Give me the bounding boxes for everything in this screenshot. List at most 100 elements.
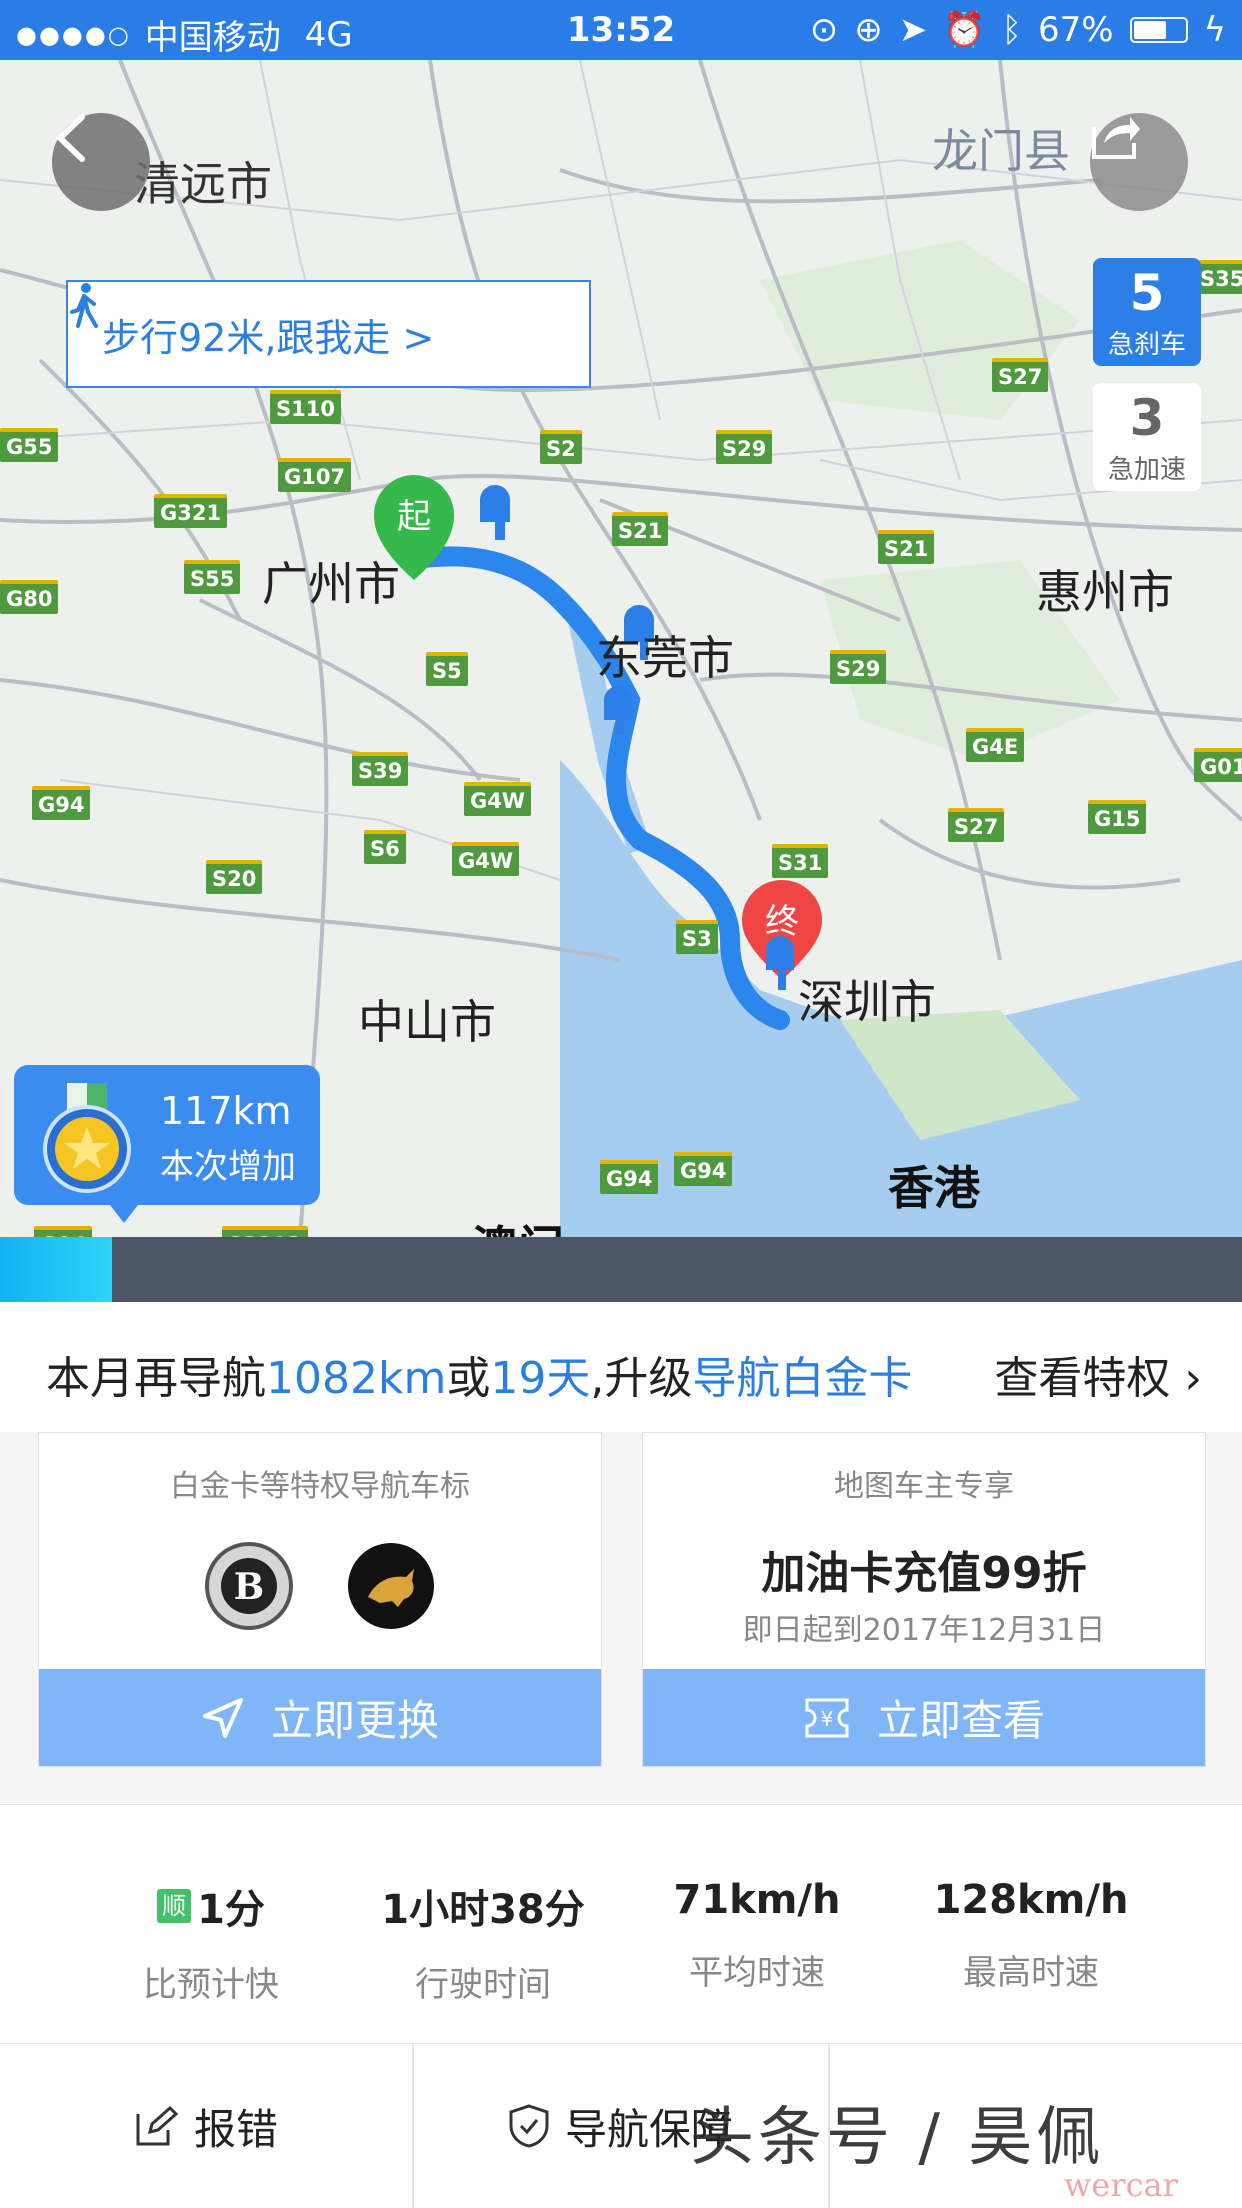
highway-shield: S31 bbox=[772, 844, 829, 878]
upgrade-promo[interactable]: 本月再导航1082km或19天,升级导航白金卡 查看特权 › bbox=[0, 1302, 1242, 1432]
highway-shield: G80 bbox=[0, 580, 59, 614]
highway-shield: S110 bbox=[270, 390, 341, 424]
stat-label: 比预计快 bbox=[143, 1965, 279, 2005]
alarm-icon: ⏰ bbox=[943, 10, 986, 50]
watermark-small: wercar bbox=[1064, 2166, 1178, 2204]
highway-shield: G94 bbox=[34, 1226, 93, 1237]
promo-or: 或 bbox=[446, 1353, 491, 1404]
highway-shield: G94 bbox=[674, 1152, 733, 1186]
highway-shield: G01 bbox=[1194, 748, 1242, 782]
rotation-lock-icon: ⊕ bbox=[854, 10, 883, 50]
coupon-icon: ¥ bbox=[805, 1698, 849, 1737]
highway-shield: S39 bbox=[352, 752, 409, 786]
change-logo-label: 立即更换 bbox=[270, 1696, 439, 1745]
highway-shield: G4W bbox=[452, 842, 520, 876]
mileage-bubble[interactable]: 117km 本次增加 bbox=[14, 1065, 320, 1223]
walking-icon bbox=[70, 283, 98, 328]
highway-shield: S20 bbox=[206, 860, 263, 894]
highway-shield: S6 bbox=[364, 830, 406, 864]
stat-label: 平均时速 bbox=[689, 1953, 825, 1993]
promo-days: 19天 bbox=[490, 1353, 591, 1404]
on-time-badge: 顺 bbox=[157, 1889, 192, 1923]
highway-shield: S35 bbox=[1194, 260, 1242, 294]
stat-value: 1小时38分 bbox=[381, 1887, 585, 1933]
mileage-value: 117km bbox=[160, 1089, 292, 1133]
hard-accel-count: 3 bbox=[1129, 389, 1165, 447]
stat-label: 最高时速 bbox=[963, 1953, 1099, 1993]
highway-shield: S21 bbox=[878, 530, 935, 564]
stat-value: 1分 bbox=[197, 1887, 265, 1933]
svg-text:¥: ¥ bbox=[821, 1707, 834, 1731]
view-offer-button[interactable]: ¥ 立即查看 bbox=[643, 1669, 1205, 1766]
stat-ahead-of-estimate: 顺 1分 比预计快 bbox=[74, 1877, 348, 2006]
highway-shield: G15 bbox=[1088, 800, 1147, 834]
mileage-progress-fill bbox=[0, 1237, 112, 1302]
stat-driving-time: 1小时38分 行驶时间 bbox=[346, 1877, 620, 2006]
highway-shield: G94 bbox=[32, 786, 91, 820]
highway-shield: S27 bbox=[948, 808, 1005, 842]
highway-shield: S29 bbox=[716, 430, 773, 464]
bubble-tail bbox=[110, 1205, 138, 1223]
highway-shield: S3213 bbox=[222, 1226, 308, 1237]
promo-km: 1082km bbox=[266, 1353, 447, 1404]
share-icon bbox=[1092, 117, 1140, 159]
green-area bbox=[760, 240, 1080, 420]
battery-icon bbox=[1129, 17, 1188, 43]
end-marker-label: 终 bbox=[765, 902, 799, 942]
screen-record-icon: ⊙ bbox=[809, 10, 839, 50]
view-offer-label: 立即查看 bbox=[876, 1696, 1045, 1745]
edit-icon bbox=[136, 2105, 178, 2146]
hard-brake-label: 急刹车 bbox=[1107, 330, 1186, 360]
highway-shield: G321 bbox=[154, 494, 228, 528]
city-label-shenzhen: 深圳市 bbox=[798, 975, 936, 1029]
hard-brake-count: 5 bbox=[1129, 264, 1165, 322]
city-label-qingyuan: 清远市 bbox=[134, 157, 272, 211]
promo-mid: ,升级 bbox=[590, 1353, 693, 1404]
status-bar-right: ⊙ ⊕ ➤ ⏰ ᛒ 67% ϟ bbox=[810, 10, 1226, 50]
chevron-left-icon bbox=[55, 114, 85, 162]
hard-accel-counter[interactable]: 3 急加速 bbox=[1093, 383, 1201, 491]
walk-guide-text: 步行92米,跟我走 > bbox=[102, 315, 435, 360]
route-map[interactable]: 起 终 清远市 龙门县 广州市 东莞市 惠州市 中山市 深圳市 香港 澳门 S1… bbox=[0, 60, 1242, 1237]
highway-shield: G4W bbox=[464, 782, 532, 816]
location-icon: ➤ bbox=[898, 10, 928, 50]
highway-shield: G55 bbox=[0, 428, 59, 462]
fuel-offer-date: 即日起到2017年12月31日 bbox=[742, 1613, 1106, 1648]
share-button[interactable] bbox=[1090, 113, 1188, 211]
city-label-zhongshan: 中山市 bbox=[358, 995, 496, 1049]
fuel-card-offer: 地图车主专享 加油卡充值99折 即日起到2017年12月31日 ¥ 立即查看 bbox=[642, 1432, 1206, 1767]
report-error-label: 报错 bbox=[193, 2104, 278, 2154]
city-label-dongguan: 东莞市 bbox=[596, 631, 734, 685]
car-logo-list: B bbox=[39, 1541, 601, 1631]
back-button[interactable] bbox=[52, 113, 150, 211]
view-privileges-link[interactable]: 查看特权 › bbox=[994, 1342, 1202, 1406]
bentley-logo-icon[interactable]: B bbox=[204, 1541, 294, 1631]
stat-average-speed: 71km/h 平均时速 bbox=[620, 1877, 894, 1994]
hard-brake-counter[interactable]: 5 急刹车 bbox=[1093, 258, 1201, 366]
watermark: 头条号 / 昊佩 bbox=[690, 2101, 1105, 2175]
city-label-huizhou: 惠州市 bbox=[1036, 565, 1174, 619]
lamborghini-logo-icon[interactable] bbox=[346, 1541, 436, 1631]
highway-shield: S2 bbox=[540, 430, 582, 464]
promo-card-name: 导航白金卡 bbox=[692, 1353, 913, 1404]
city-label-longmen: 龙门县 bbox=[932, 124, 1070, 178]
medal-icon bbox=[43, 1083, 131, 1193]
hard-accel-label: 急加速 bbox=[1107, 455, 1186, 485]
highway-shield: S27 bbox=[992, 358, 1049, 392]
trip-stats: 顺 1分 比预计快 1小时38分 行驶时间 71km/h 平均时速 128km/h… bbox=[0, 1804, 1242, 2044]
mileage-label: 本次增加 bbox=[160, 1147, 296, 1187]
change-logo-button[interactable]: 立即更换 bbox=[39, 1669, 601, 1766]
highway-shield: S5 bbox=[426, 652, 468, 686]
stat-value: 128km/h bbox=[933, 1877, 1129, 1923]
car-logo-card: 白金卡等特权导航车标 B 立即更换 bbox=[38, 1432, 602, 1767]
highway-shield: S29 bbox=[830, 650, 887, 684]
report-error-button[interactable]: 报错 bbox=[0, 2044, 412, 2208]
car-logo-card-title: 白金卡等特权导航车标 bbox=[170, 1469, 470, 1504]
status-bar: ●●●●○ 中国移动 4G 13:52 ⊙ ⊕ ➤ ⏰ ᛒ 67% ϟ bbox=[0, 0, 1242, 60]
mileage-progress-bar bbox=[0, 1237, 1242, 1302]
highway-shield: G94 bbox=[600, 1160, 659, 1194]
city-label-macau: 澳门 bbox=[472, 1212, 564, 1237]
highway-shield: G4E bbox=[966, 728, 1025, 762]
walk-guide-banner[interactable]: 步行92米,跟我走 > bbox=[66, 280, 591, 388]
fuel-offer-headline: 加油卡充值99折 bbox=[761, 1548, 1087, 1599]
